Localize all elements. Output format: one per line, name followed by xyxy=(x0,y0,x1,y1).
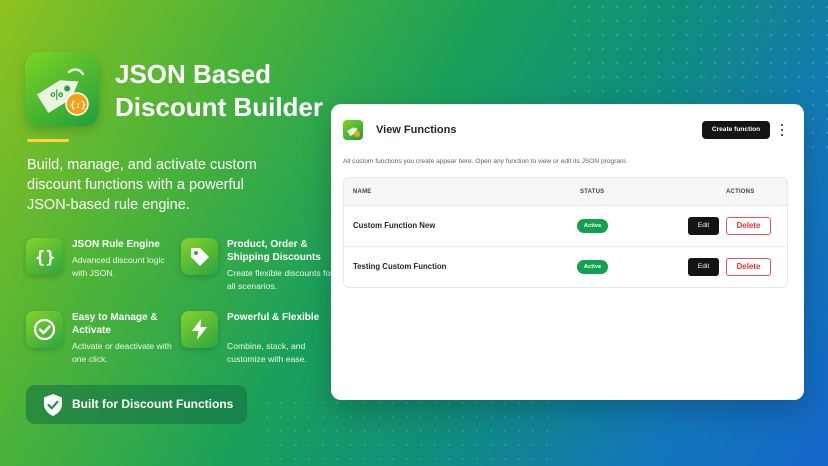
panel-title: View Functions xyxy=(376,124,457,136)
table-row: Testing Custom Function Active Edit Dele… xyxy=(344,247,787,287)
app-icon xyxy=(343,120,363,140)
view-functions-panel: View Functions Create function All custo… xyxy=(331,104,804,400)
edit-button[interactable]: Edit xyxy=(688,217,719,235)
check-circle-icon xyxy=(26,311,63,348)
panel-description: All custom functions you create appear h… xyxy=(343,158,628,165)
feature-description: Create flexible discounts for all scenar… xyxy=(227,268,334,291)
decorative-dots xyxy=(260,396,560,466)
app-logo: % {:} xyxy=(25,52,99,126)
svg-text:{}: {} xyxy=(35,248,55,268)
column-header-actions: ACTIONS xyxy=(726,189,755,195)
feature-description: Combine, stack, and customize with ease. xyxy=(227,341,307,364)
feature-description: Advanced discount logic with JSON. xyxy=(72,255,165,278)
column-header-name: NAME xyxy=(353,189,372,195)
function-name: Testing Custom Function xyxy=(353,262,447,271)
edit-button[interactable]: Edit xyxy=(688,258,719,276)
discount-tag-logo-icon: % {:} xyxy=(37,68,89,116)
status-badge: Active xyxy=(577,260,608,274)
status-badge: Active xyxy=(577,219,608,233)
built-for-badge: Built for Discount Functions xyxy=(26,385,247,424)
delete-button[interactable]: Delete xyxy=(726,258,771,276)
tag-icon xyxy=(181,238,218,275)
title-underline xyxy=(27,139,69,142)
delete-button[interactable]: Delete xyxy=(726,217,771,235)
column-header-status: STATUS xyxy=(580,189,605,195)
hero-title: JSON Based Discount Builder xyxy=(115,59,324,122)
hero-subtitle: Build, manage, and activate custom disco… xyxy=(27,157,257,213)
built-for-label: Built for Discount Functions xyxy=(72,397,234,411)
feature-title: JSON Rule Engine xyxy=(72,239,160,250)
more-options-icon[interactable] xyxy=(776,121,788,139)
create-function-button[interactable]: Create function xyxy=(702,121,770,139)
feature-title: Easy to Manage & Activate xyxy=(72,312,158,336)
lightning-icon xyxy=(181,311,218,348)
feature-description: Activate or deactivate with one click. xyxy=(72,341,172,364)
svg-text:{:}: {:} xyxy=(70,101,86,111)
shield-check-icon xyxy=(44,394,62,416)
braces-icon: {} xyxy=(26,238,63,275)
table-header: NAME STATUS ACTIONS xyxy=(344,178,787,206)
functions-table: NAME STATUS ACTIONS Custom Function New … xyxy=(343,177,788,288)
feature-title: Product, Order & Shipping Discounts xyxy=(227,239,321,263)
function-name: Custom Function New xyxy=(353,221,436,230)
feature-title: Powerful & Flexible xyxy=(227,312,320,323)
table-row: Custom Function New Active Edit Delete xyxy=(344,206,787,247)
